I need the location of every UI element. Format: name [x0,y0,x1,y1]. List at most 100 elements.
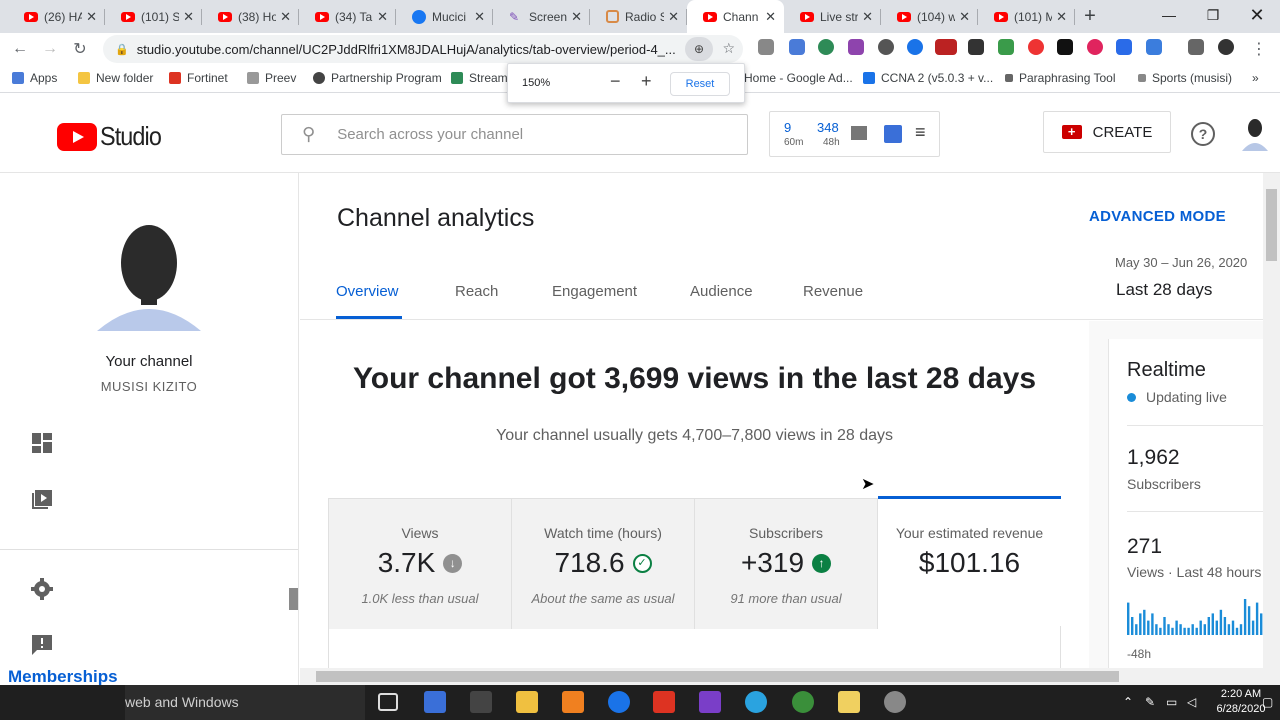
horizontal-scrollbar[interactable] [300,668,1263,685]
tab-close-icon[interactable]: ✕ [474,9,485,25]
back-button[interactable]: ← [5,34,35,64]
profile-icon[interactable] [1218,39,1234,55]
realtime-card[interactable]: Realtime Updating live 1,962 Subscribers… [1108,339,1263,669]
account-avatar[interactable] [1240,117,1270,151]
app-icon[interactable] [424,691,446,713]
bookmark-item[interactable]: Stream [451,71,508,85]
create-button[interactable]: + CREATE [1043,111,1171,153]
forward-button[interactable]: → [35,34,65,64]
app-icon[interactable] [838,691,860,713]
dashboard-icon[interactable] [30,431,54,455]
browser-tab[interactable]: (26) HA ✕ [8,0,105,33]
extension-icon[interactable] [935,39,957,55]
tab-close-icon[interactable]: ✕ [765,9,776,25]
bookmark-item[interactable]: CCNA 2 (v5.0.3 + v... [863,71,993,85]
browser-tab[interactable]: Radio S ✕ [590,0,687,33]
tv-icon[interactable] [884,125,902,143]
obs-icon[interactable] [884,691,906,713]
volume-icon[interactable]: ◁ [1187,695,1196,709]
browser-tab[interactable]: (101) S ✕ [105,0,202,33]
browser-tab[interactable]: (101) M ✕ [978,0,1075,33]
channel-avatar[interactable] [97,213,201,331]
studio-logo[interactable]: Studio [57,121,168,152]
sidebar-scrollbar[interactable] [289,588,298,610]
more-bookmarks-button[interactable]: » [1252,71,1259,85]
browser-menu-icon[interactable]: ⋮ [1244,34,1274,64]
tab-close-icon[interactable]: ✕ [183,9,194,25]
network-icon[interactable]: ▭ [1166,695,1177,709]
tab-overview[interactable]: Overview [336,283,399,300]
close-window-button[interactable]: ✕ [1234,0,1280,30]
tab-revenue[interactable]: Revenue [803,283,863,300]
maximize-button[interactable]: ❐ [1190,0,1236,30]
store-icon[interactable] [470,691,492,713]
content-icon[interactable] [30,487,54,511]
zoom-reset-button[interactable]: Reset [670,72,730,96]
bookmark-item[interactable]: Paraphrasing Tool [1005,71,1116,85]
metric-card-watch-time[interactable]: Watch time (hours) 718.6 ✓ About the same… [512,499,695,629]
extension-icon[interactable] [758,39,774,55]
browser-tab[interactable]: ✎ Screen ✕ [493,0,590,33]
search-input[interactable]: ⚲ Search across your channel [281,114,748,155]
extension-icon[interactable] [1146,39,1162,55]
extension-icon[interactable] [789,39,805,55]
realtime-widget[interactable]: 9 60m 348 48h ≡ [769,111,940,157]
vertical-scroll-thumb[interactable] [1266,189,1277,261]
tab-close-icon[interactable]: ✕ [571,9,582,25]
minimize-button[interactable]: — [1146,0,1192,30]
bookmark-item[interactable]: Preev [247,71,296,85]
tab-close-icon[interactable]: ✕ [86,9,97,25]
file-explorer-icon[interactable] [516,691,538,713]
browser-tab[interactable]: Mucici ✕ [396,0,493,33]
vlc-icon[interactable] [562,691,584,713]
extension-icon[interactable] [848,39,864,55]
tab-close-icon[interactable]: ✕ [280,9,291,25]
tab-close-icon[interactable]: ✕ [959,9,970,25]
advanced-mode-button[interactable]: ADVANCED MODE [1089,208,1226,225]
metric-card-views[interactable]: Views 3.7K ↓ 1.0K less than usual [329,499,512,629]
help-icon[interactable]: ? [1191,122,1215,146]
task-view-icon[interactable] [378,693,398,711]
bookmark-item[interactable]: Partnership Program [313,71,442,85]
menu-icon[interactable]: ≡ [915,122,926,143]
bookmark-item[interactable]: New folder [78,71,153,85]
app-icon[interactable] [653,691,675,713]
tab-engagement[interactable]: Engagement [552,283,637,300]
edge-icon[interactable] [608,691,630,713]
extension-icon[interactable] [968,39,984,55]
tab-close-icon[interactable]: ✕ [377,9,388,25]
tab-reach[interactable]: Reach [455,283,498,300]
tray-expand-icon[interactable]: ⌃ [1123,695,1133,709]
memberships-link[interactable]: Memberships [0,667,125,687]
horizontal-scroll-thumb[interactable] [316,671,1119,682]
tab-close-icon[interactable]: ✕ [1056,9,1067,25]
feedback-icon[interactable] [30,633,54,657]
browser-tab[interactable]: (104) w ✕ [881,0,978,33]
tab-close-icon[interactable]: ✕ [862,9,873,25]
metric-card-subscribers[interactable]: Subscribers +319 ↑ 91 more than usual [695,499,878,629]
bookmark-star-icon[interactable]: ☆ [722,40,735,57]
browser-tab[interactable]: Chann ✕ [687,0,784,33]
bookmark-apps[interactable]: Apps [12,71,57,85]
bookmark-item[interactable]: Sports (musisi) [1138,71,1232,85]
extension-icon[interactable] [1057,39,1073,55]
extension-icon[interactable] [998,39,1014,55]
chrome-icon[interactable] [792,691,814,713]
zoom-icon[interactable]: ⊕ [685,37,713,61]
metric-card-revenue[interactable]: Your estimated revenue $101.16 [878,496,1061,626]
browser-tab[interactable]: (34) Ta ✕ [299,0,396,33]
extension-icon[interactable] [878,39,894,55]
extension-icon[interactable] [1116,39,1132,55]
zoom-out-button[interactable]: − [610,71,621,92]
address-bar[interactable]: 🔒 studio.youtube.com/channel/UC2PJddRlfr… [103,35,743,63]
bar-chart-icon[interactable] [851,126,867,140]
extension-icon[interactable] [1188,39,1204,55]
settings-gear-icon[interactable] [30,577,54,601]
extension-icon[interactable] [907,39,923,55]
tab-close-icon[interactable]: ✕ [668,9,679,25]
tray-pen-icon[interactable]: ✎ [1145,695,1155,709]
extension-icon[interactable] [1087,39,1103,55]
zoom-in-button[interactable]: + [641,71,652,92]
app-icon[interactable] [699,691,721,713]
taskbar-search[interactable]: web and Windows [125,685,365,720]
